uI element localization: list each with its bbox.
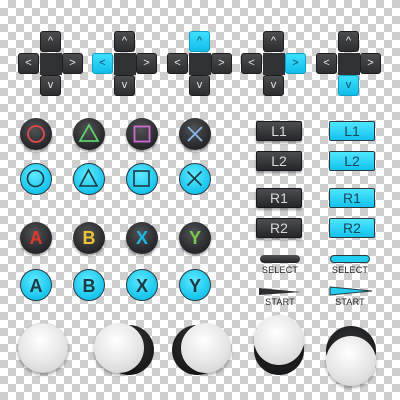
b-button-dark[interactable]: B: [73, 222, 105, 254]
a-button-dark[interactable]: A: [20, 222, 52, 254]
start-button-dark[interactable]: [258, 284, 302, 296]
start-label: START: [335, 297, 365, 307]
cross-icon: [187, 126, 203, 142]
y-button-dark[interactable]: Y: [179, 222, 211, 254]
r1-button-cyan[interactable]: R1: [329, 188, 375, 208]
stick-cap[interactable]: [326, 336, 376, 386]
select-label: SELECT: [261, 265, 299, 275]
start-button-cyan[interactable]: [329, 284, 373, 296]
r1-button-dark[interactable]: R1: [256, 188, 302, 208]
dpad-left-pressed[interactable]: ^ v < >: [92, 31, 158, 97]
dpad-left-button[interactable]: <: [92, 53, 113, 74]
cross-button-cyan[interactable]: [179, 163, 211, 195]
x-button-dark[interactable]: X: [126, 222, 158, 254]
circle-button-cyan[interactable]: [20, 163, 52, 195]
dpad-center: [40, 53, 62, 75]
dpad-left-button[interactable]: <: [316, 53, 337, 74]
dpad-down-button[interactable]: v: [189, 75, 210, 96]
dpad-right-button[interactable]: >: [136, 53, 157, 74]
square-button-dark[interactable]: [126, 118, 158, 150]
select-button-cyan[interactable]: [330, 255, 370, 263]
select-label: SELECT: [331, 265, 369, 275]
dpad-down-pressed[interactable]: ^ v < >: [316, 31, 382, 97]
dpad-up-button[interactable]: ^: [338, 31, 359, 52]
dpad-center: [338, 53, 360, 75]
triangle-icon: [78, 123, 100, 142]
dpad-left-button[interactable]: <: [18, 53, 39, 74]
dpad-up-button[interactable]: ^: [114, 31, 135, 52]
a-button-cyan[interactable]: A: [20, 269, 52, 301]
stick-cap[interactable]: [94, 323, 144, 373]
x-button-cyan[interactable]: X: [126, 269, 158, 301]
dpad-down-button[interactable]: v: [338, 75, 359, 96]
l1-button-cyan[interactable]: L1: [329, 121, 375, 141]
dpad-down-button[interactable]: v: [114, 75, 135, 96]
triangle-icon: [78, 168, 99, 187]
l1-button-dark[interactable]: L1: [256, 121, 302, 141]
dpad-right-button[interactable]: >: [62, 53, 83, 74]
l2-button-cyan[interactable]: L2: [329, 151, 375, 171]
stick-cap[interactable]: [181, 323, 231, 373]
dpad-center: [263, 53, 285, 75]
dpad-up-button[interactable]: ^: [189, 31, 210, 52]
circle-button-dark[interactable]: [20, 118, 52, 150]
circle-icon: [27, 125, 45, 143]
cross-icon: [186, 170, 203, 187]
dpad-up-button[interactable]: ^: [40, 31, 61, 52]
dpad-left-button[interactable]: <: [167, 53, 188, 74]
y-button-cyan[interactable]: Y: [179, 269, 211, 301]
select-button-dark[interactable]: [260, 255, 300, 263]
stick-cap[interactable]: [254, 315, 304, 365]
r2-button-dark[interactable]: R2: [256, 218, 302, 238]
triangle-button-dark[interactable]: [73, 118, 105, 150]
cross-button-dark[interactable]: [179, 118, 211, 150]
dpad-neutral[interactable]: ^ v < >: [18, 31, 84, 97]
dpad-left-button[interactable]: <: [241, 53, 262, 74]
square-icon: [133, 125, 151, 143]
triangle-button-cyan[interactable]: [73, 163, 105, 195]
dpad-right-button[interactable]: >: [211, 53, 232, 74]
l2-button-dark[interactable]: L2: [256, 151, 302, 171]
dpad-right-button[interactable]: >: [285, 53, 306, 74]
dpad-right-pressed[interactable]: ^ v < >: [241, 31, 307, 97]
dpad-center: [189, 53, 211, 75]
circle-icon: [26, 169, 45, 188]
square-icon: [133, 170, 150, 187]
dpad-down-button[interactable]: v: [263, 75, 284, 96]
dpad-up-button[interactable]: ^: [263, 31, 284, 52]
square-button-cyan[interactable]: [126, 163, 158, 195]
stick-cap[interactable]: [18, 323, 68, 373]
dpad-right-button[interactable]: >: [360, 53, 381, 74]
dpad-up-pressed[interactable]: ^ v < >: [167, 31, 233, 97]
b-button-cyan[interactable]: B: [73, 269, 105, 301]
dpad-center: [114, 53, 136, 75]
r2-button-cyan[interactable]: R2: [329, 218, 375, 238]
start-label: START: [265, 297, 295, 307]
dpad-down-button[interactable]: v: [40, 75, 61, 96]
